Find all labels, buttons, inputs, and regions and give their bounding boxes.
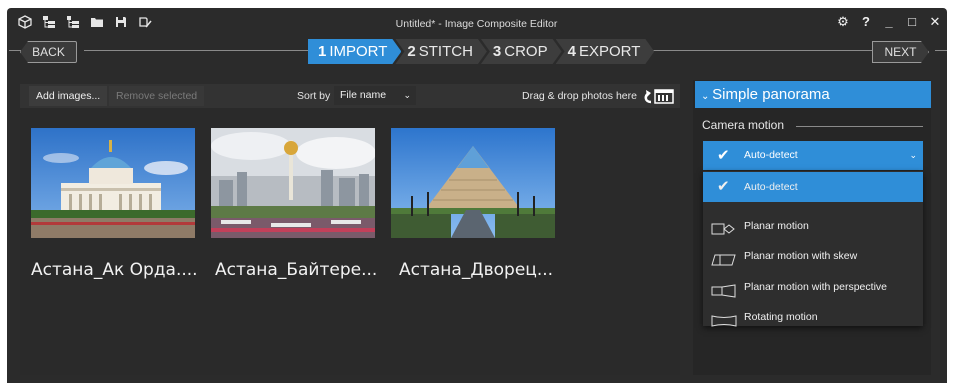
wizard-steps: 1 IMPORT 2 STITCH 3 CROP 4 EXPORT bbox=[308, 39, 648, 64]
window-controls: ⚙ ? _ □ ✕ bbox=[837, 14, 941, 30]
sort-by-label: Sort by bbox=[297, 90, 331, 102]
nav-line-middle-left bbox=[84, 50, 310, 51]
check-icon: ✔ bbox=[717, 147, 730, 164]
menu-item-planar-perspective[interactable]: Planar motion with perspective bbox=[703, 272, 923, 302]
camera-motion-select[interactable]: ✔ Auto-detect ⌄ bbox=[703, 141, 923, 170]
chevron-down-icon: ⌄ bbox=[701, 91, 713, 102]
thumbnail-caption: Астана_Байтере... bbox=[215, 260, 378, 280]
check-icon: ✔ bbox=[717, 178, 730, 195]
window-title: Untitled* - Image Composite Editor bbox=[395, 18, 558, 30]
add-images-button[interactable]: Add images... bbox=[29, 86, 108, 106]
planar-motion-icon bbox=[711, 219, 737, 235]
camera-motion-menu: ✔ Auto-detect Planar motion Planar motio… bbox=[703, 171, 923, 327]
help-icon[interactable]: ? bbox=[860, 14, 872, 30]
thumbnail-palace-of-peace[interactable] bbox=[391, 128, 555, 238]
planar-skew-icon bbox=[711, 249, 737, 266]
rotating-motion-icon bbox=[711, 310, 737, 327]
menu-item-auto-detect[interactable]: ✔ Auto-detect bbox=[703, 172, 923, 202]
step-crop[interactable]: 3 CROP bbox=[481, 39, 562, 64]
step-export[interactable]: 4 EXPORT bbox=[556, 39, 655, 64]
settings-icon[interactable]: ⚙ bbox=[837, 14, 849, 30]
step-stitch[interactable]: 2 STITCH bbox=[395, 39, 487, 64]
sort-select[interactable]: File name ⌄ bbox=[334, 86, 416, 105]
maximize-button[interactable]: □ bbox=[906, 14, 918, 30]
remove-selected-button[interactable]: Remove selected bbox=[109, 86, 205, 106]
back-button[interactable]: BACK bbox=[20, 41, 77, 63]
menu-item-planar-motion[interactable]: Planar motion bbox=[703, 211, 923, 241]
panel-header[interactable]: ⌄ Simple panorama bbox=[695, 81, 931, 108]
minimize-button[interactable]: _ bbox=[883, 14, 895, 30]
nav-line-middle-right bbox=[650, 50, 874, 51]
menu-item-rotating-motion[interactable]: Rotating motion bbox=[703, 302, 923, 332]
nav-line-left bbox=[9, 50, 21, 51]
chevron-down-icon: ⌄ bbox=[909, 150, 917, 160]
thumbnail-ak-orda[interactable] bbox=[31, 128, 195, 238]
camera-motion-label: Camera motion bbox=[702, 118, 785, 132]
nav-line-right bbox=[935, 50, 947, 51]
thumbnail-baiterek[interactable] bbox=[211, 128, 375, 238]
thumbnail-caption: Астана_Дворец... bbox=[399, 260, 554, 280]
drag-drop-label: Drag & drop photos here bbox=[522, 90, 637, 102]
close-button[interactable]: ✕ bbox=[929, 14, 941, 30]
thumbnail-caption: Астана_Ак Орда.... bbox=[31, 260, 198, 280]
step-import[interactable]: 1 IMPORT bbox=[308, 39, 401, 64]
planar-perspective-icon bbox=[711, 280, 737, 298]
menu-item-planar-skew[interactable]: Planar motion with skew bbox=[703, 241, 923, 271]
drag-drop-icon bbox=[640, 86, 675, 106]
divider bbox=[796, 126, 923, 127]
chevron-down-icon: ⌄ bbox=[403, 90, 411, 100]
next-button[interactable]: NEXT bbox=[872, 41, 929, 63]
